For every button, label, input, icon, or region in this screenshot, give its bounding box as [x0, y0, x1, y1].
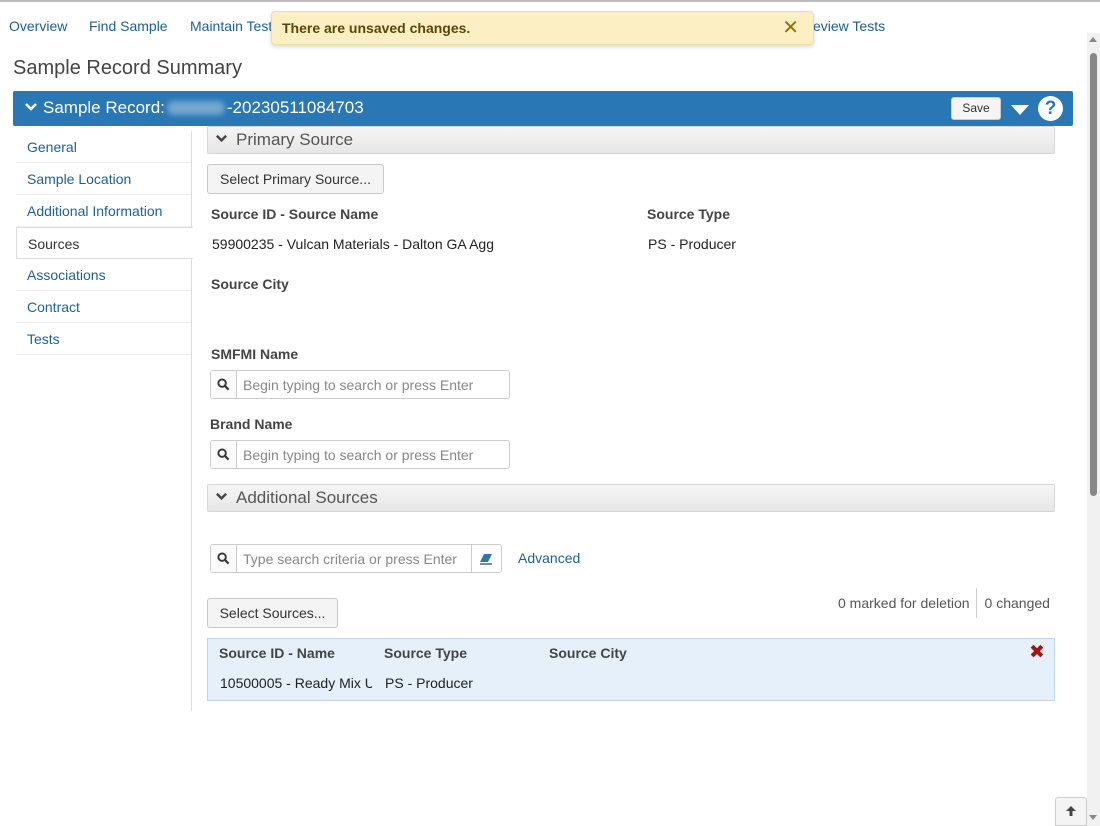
- scrollbar-thumb[interactable]: [1090, 53, 1097, 496]
- search-icon[interactable]: [211, 441, 237, 468]
- sidebar-item-contract[interactable]: Contract: [16, 291, 191, 323]
- sidebar-item-additional-information[interactable]: Additional Information: [16, 195, 191, 227]
- scroll-to-top-button[interactable]: [1055, 797, 1087, 826]
- column-header-source-city: Source City: [549, 645, 627, 661]
- select-sources-button[interactable]: Select Sources...: [207, 598, 338, 628]
- divider: [975, 588, 977, 618]
- chevron-down-icon[interactable]: [24, 100, 38, 117]
- section-title: Additional Sources: [236, 488, 378, 507]
- scroll-down-icon[interactable]: [1089, 815, 1097, 820]
- table-cell-source-id-name: 10500005 - Ready Mix U: [220, 675, 372, 691]
- caret-down-icon[interactable]: [1011, 105, 1029, 115]
- additional-sources-grid: Source ID - Name Source Type Source City…: [207, 638, 1055, 701]
- sidebar-item-sample-location[interactable]: Sample Location: [16, 163, 191, 195]
- scroll-up-icon[interactable]: [1089, 37, 1097, 42]
- source-id-value: 59900235 - Vulcan Materials - Dalton GA …: [212, 236, 494, 252]
- nav-review-tests[interactable]: eview Tests: [813, 18, 885, 34]
- eraser-icon[interactable]: [471, 545, 499, 572]
- source-id-label: Source ID - Source Name: [211, 206, 379, 222]
- source-city-label: Source City: [211, 276, 289, 292]
- chevron-down-icon: [215, 132, 228, 148]
- search-icon[interactable]: [211, 545, 237, 572]
- column-header-source-id-name: Source ID - Name: [219, 645, 335, 661]
- table-cell-source-type: PS - Producer: [385, 675, 473, 691]
- primary-source-header[interactable]: Primary Source: [207, 126, 1055, 154]
- nav-overview[interactable]: Overview: [9, 18, 67, 34]
- change-counters: 0 marked for deletion 0 changed: [838, 588, 1050, 618]
- save-button[interactable]: Save: [951, 97, 1001, 120]
- sidebar-item-tests[interactable]: Tests: [16, 323, 191, 355]
- smfmi-name-label: SMFMI Name: [211, 346, 299, 362]
- additional-sources-search-input[interactable]: [237, 546, 471, 571]
- advanced-search-link[interactable]: Advanced: [518, 550, 580, 566]
- chevron-down-icon: [215, 490, 228, 506]
- source-type-value: PS - Producer: [648, 236, 736, 252]
- record-title-prefix: Sample Record:: [43, 98, 165, 117]
- source-type-label: Source Type: [647, 206, 730, 222]
- top-border: [0, 0, 1100, 2]
- sidebar-item-associations[interactable]: Associations: [16, 259, 191, 291]
- marked-for-deletion-count: 0 marked for deletion: [838, 595, 970, 611]
- delete-row-icon[interactable]: ✖: [1029, 641, 1045, 664]
- sidebar-item-general[interactable]: General: [16, 131, 191, 163]
- smfmi-search-input[interactable]: [237, 372, 507, 397]
- unsaved-changes-toast: There are unsaved changes. ✕: [271, 11, 814, 45]
- arrow-up-icon: [1065, 804, 1077, 820]
- additional-sources-search-field: [210, 544, 502, 573]
- brand-search-input[interactable]: [237, 442, 507, 467]
- help-icon[interactable]: ?: [1038, 96, 1063, 121]
- page-title: Sample Record Summary: [13, 57, 242, 79]
- nav-find-sample[interactable]: Find Sample: [89, 18, 168, 34]
- sample-record-header: Sample Record: -20230511084703 Save ?: [13, 91, 1073, 126]
- page-scrollbar[interactable]: [1087, 33, 1100, 826]
- additional-sources-header[interactable]: Additional Sources: [207, 484, 1055, 512]
- smfmi-search-field: [210, 370, 510, 399]
- redacted-region: [166, 101, 225, 115]
- column-header-source-type: Source Type: [384, 645, 467, 661]
- section-title: Primary Source: [236, 130, 354, 149]
- record-title: Sample Record: -20230511084703: [43, 98, 364, 118]
- sidebar: General Sample Location Additional Infor…: [16, 131, 193, 711]
- changed-count: 0 changed: [984, 595, 1050, 611]
- close-icon[interactable]: ✕: [782, 18, 799, 38]
- toast-message: There are unsaved changes.: [282, 20, 471, 36]
- select-primary-source-button[interactable]: Select Primary Source...: [207, 164, 384, 194]
- brand-name-label: Brand Name: [210, 416, 293, 432]
- nav-maintain-test[interactable]: Maintain Test: [190, 18, 272, 34]
- sidebar-item-sources[interactable]: Sources: [16, 227, 193, 259]
- record-title-suffix: -20230511084703: [226, 98, 364, 117]
- brand-search-field: [210, 440, 510, 469]
- search-icon[interactable]: [211, 371, 237, 398]
